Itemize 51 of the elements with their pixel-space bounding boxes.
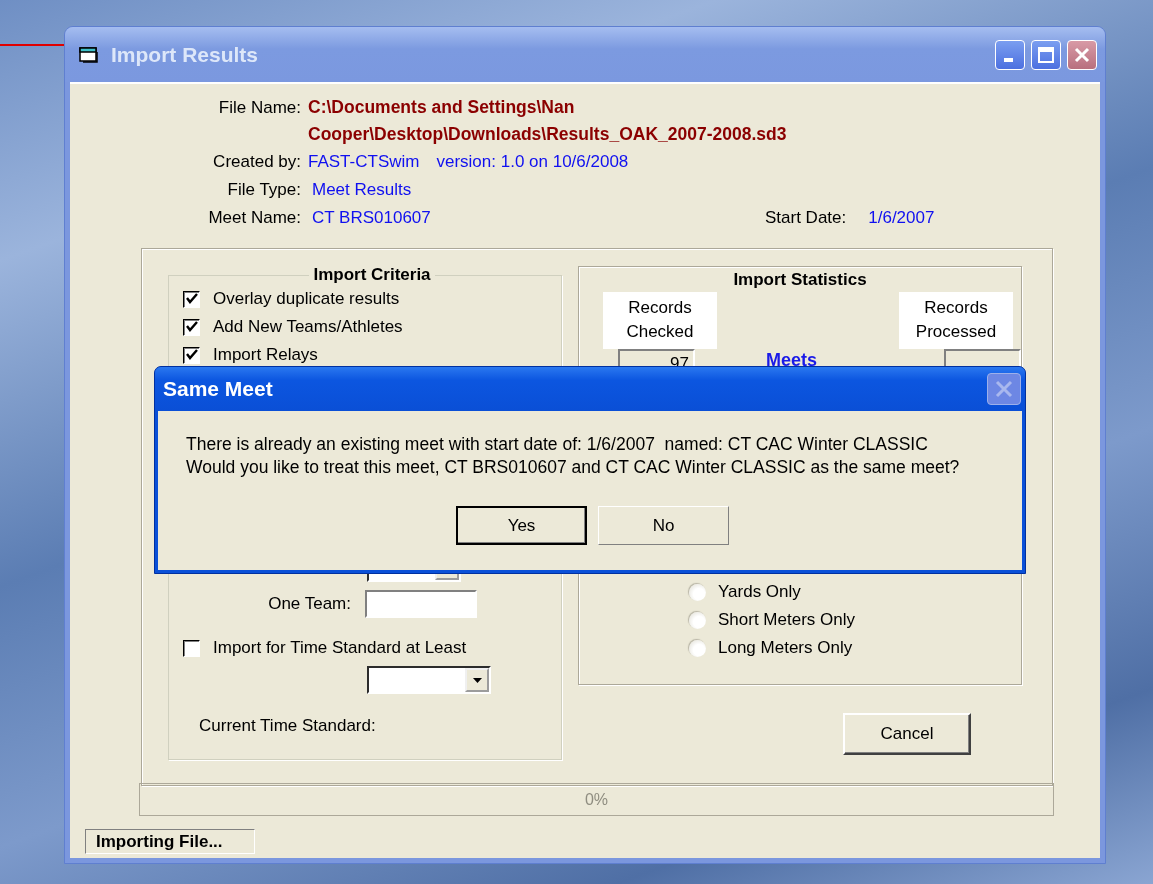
radio-button[interactable]: [689, 611, 706, 629]
dialog-message: There is already an existing meet with start date of: 1/6/2007 named: CT CAC Winter CLASSIC: [186, 433, 929, 456]
status-bar: Importing File...: [85, 829, 255, 854]
column-header: Records Checked: [603, 292, 717, 349]
group-title: Import Criteria: [312, 265, 432, 285]
row-label: Meets: [766, 350, 819, 371]
maximize-button[interactable]: [1031, 39, 1061, 70]
field-label: File Name:: [217, 97, 301, 119]
version-text: version: 1.0 on 10/6/2008: [436, 152, 629, 171]
field-value: 1/6/2007: [868, 207, 935, 229]
field-label: Current Time Standard:: [199, 716, 377, 736]
field-label: File Type:: [226, 179, 301, 201]
background-window-line: [0, 44, 66, 46]
checkbox-label: Import for Time Standard at Least: [213, 638, 467, 658]
checkbox[interactable]: [183, 318, 200, 336]
window-title: Import Results: [111, 42, 260, 67]
field-value: Meet Results: [312, 180, 412, 199]
field-label: One Team:: [267, 594, 351, 614]
minimize-icon: [1003, 57, 1013, 62]
dialog-button[interactable]: Yes: [456, 506, 587, 545]
column-header: Records Processed: [899, 292, 1013, 349]
field-label: Meet Name:: [207, 207, 301, 229]
cancel-button[interactable]: Cancel: [843, 713, 971, 755]
field-label: Created by:: [212, 151, 301, 173]
file-path: C:\Documents and Settings\Nan Cooper\Desktop\Downloads\Results_OAK_2007-2008.sd3: [308, 96, 788, 146]
dialog-title: Same Meet: [163, 377, 274, 401]
checkbox[interactable]: [183, 346, 200, 364]
field-value: CT BRS010607: [312, 208, 431, 227]
radio-button[interactable]: [689, 639, 706, 657]
radio-label: Short Meters Only: [718, 610, 855, 630]
field-value: FAST-CTSwim: [308, 152, 420, 171]
minimize-button[interactable]: [995, 39, 1025, 70]
team-input-field[interactable]: [365, 590, 477, 618]
dialog-button[interactable]: No: [598, 506, 729, 545]
close-icon: [1073, 45, 1091, 64]
field-label: Start Date:: [765, 207, 847, 229]
checkbox[interactable]: [183, 290, 200, 308]
dropdown[interactable]: [367, 666, 491, 694]
radio-button[interactable]: [689, 583, 706, 601]
progress-label: 0%: [584, 790, 609, 809]
radio-label: Yards Only: [718, 582, 801, 602]
close-icon: [994, 379, 1014, 399]
checkbox-label: Import Relays: [213, 345, 318, 365]
window-app-icon: [79, 45, 99, 64]
group-title: Import Statistics: [732, 270, 868, 290]
maximize-icon: [1037, 45, 1055, 64]
checkbox[interactable]: [183, 639, 200, 657]
dialog-message: Would you like to treat this meet, CT BRS010607 and CT CAC Winter CLASSIC as the same meet?: [186, 456, 961, 479]
checkbox-label: Overlay duplicate results: [213, 289, 400, 309]
checkbox-label: Add New Teams/Athletes: [213, 317, 403, 337]
radio-label: Long Meters Only: [718, 638, 853, 658]
